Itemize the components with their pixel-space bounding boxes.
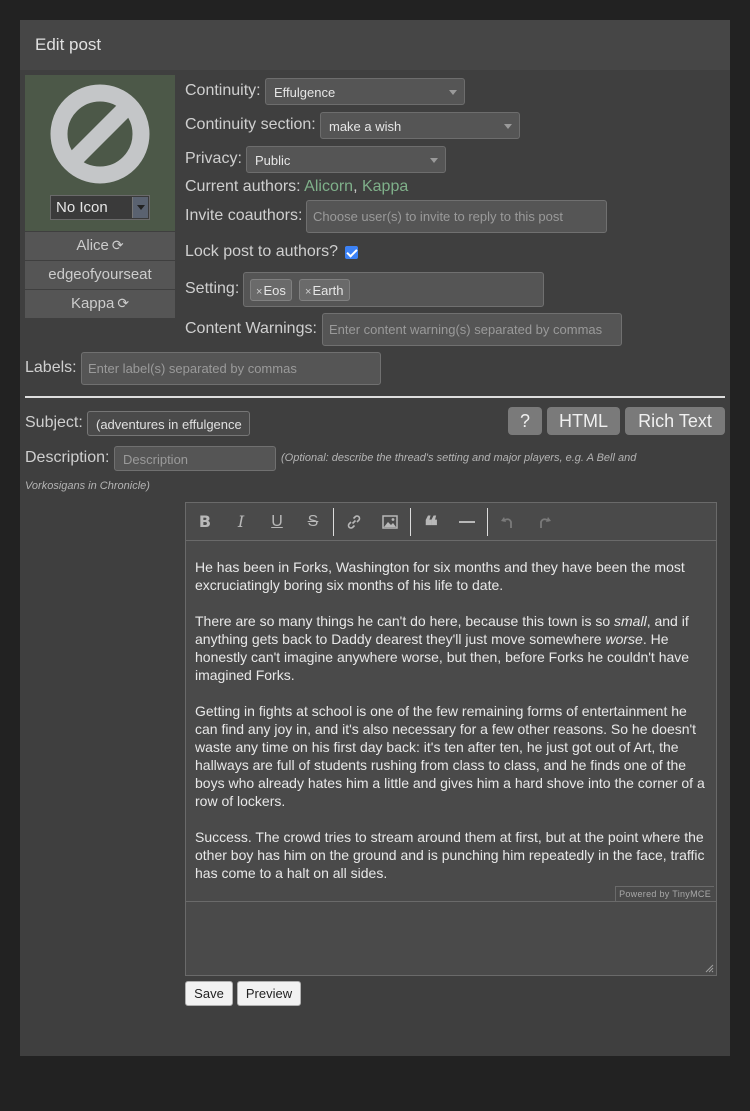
html-mode-button[interactable]: HTML (547, 407, 620, 435)
invite-coauthors-placeholder: Choose user(s) to invite to reply to thi… (313, 209, 564, 224)
paragraph: There are so many things he can't do her… (195, 612, 707, 684)
no-icon-icon (50, 84, 150, 184)
editor-toolbar: B I U S ❝ (186, 503, 716, 541)
paragraph: Getting in fights at school is one of th… (195, 703, 705, 809)
content-warnings-label: Content Warnings: (185, 320, 317, 337)
content-warnings-input[interactable]: Enter content warning(s) separated by co… (322, 313, 622, 346)
subject-value: (adventures in effulgence (96, 417, 242, 432)
panel-header: Edit post (20, 20, 730, 70)
subject-input[interactable]: (adventures in effulgence (87, 411, 250, 436)
setting-tag-eos: ×Eos (250, 279, 292, 301)
redo-icon[interactable] (532, 510, 556, 534)
chevron-down-icon (132, 197, 148, 218)
paragraph: He has been in Forks, Washington for six… (195, 559, 685, 593)
character-name: edgeofyourseat (48, 266, 152, 283)
character-name: Alice (76, 237, 109, 254)
emphasis: worse (605, 631, 643, 647)
resize-handle-icon[interactable] (705, 964, 714, 973)
character-name: Kappa (70, 295, 115, 312)
rich-text-editor[interactable]: B I U S ❝ He has been in Forks, Washingt… (185, 502, 717, 976)
link-icon[interactable] (342, 510, 366, 534)
refresh-icon[interactable]: ⟳ (112, 237, 124, 253)
save-button[interactable]: Save (185, 981, 233, 1006)
continuity-select[interactable]: Effulgence (265, 78, 465, 105)
subject-label: Subject: (25, 414, 83, 431)
privacy-label: Privacy: (185, 150, 242, 167)
privacy-select[interactable]: Public (246, 146, 446, 173)
horizontal-rule-icon[interactable] (455, 510, 479, 534)
character-icon-column: No Icon Alice ⟳ edgeofyourseat Kappa ⟳ (25, 75, 175, 318)
editor-content[interactable]: He has been in Forks, Washington for six… (186, 541, 716, 882)
lock-post-label: Lock post to authors? (185, 243, 338, 260)
editor-help-button[interactable]: ? (508, 407, 542, 435)
icon-select-value: No Icon (56, 199, 108, 216)
setting-tag-label: Eos (263, 283, 286, 298)
setting-tag-earth: ×Earth (299, 279, 350, 301)
current-authors: Current authors: Alicorn, Kappa (185, 178, 408, 196)
author-separator: , (353, 178, 358, 195)
icon-select[interactable]: No Icon (50, 195, 150, 220)
content-warnings-placeholder: Enter content warning(s) separated by co… (329, 322, 603, 337)
strikethrough-icon[interactable]: S (301, 510, 325, 534)
paragraph: Success. The crowd tries to stream aroun… (195, 829, 705, 881)
bold-icon[interactable]: B (193, 510, 217, 534)
image-icon[interactable] (378, 510, 402, 534)
italic-icon[interactable]: I (229, 510, 253, 534)
labels-label: Labels: (25, 359, 77, 376)
continuity-section-label: Continuity section: (185, 116, 316, 133)
preview-button[interactable]: Preview (237, 981, 301, 1006)
invite-coauthors-input[interactable]: Choose user(s) to invite to reply to thi… (306, 200, 607, 233)
continuity-value: Effulgence (274, 85, 336, 100)
icon-preview[interactable]: No Icon (25, 75, 175, 231)
description-placeholder: Description (123, 452, 189, 467)
toolbar-separator (333, 508, 334, 536)
current-authors-label: Current authors: (185, 178, 301, 195)
character-item-alice[interactable]: Alice ⟳ (25, 232, 175, 260)
setting-tags-input[interactable]: ×Eos ×Earth (243, 272, 544, 307)
lock-post-checkbox[interactable] (345, 246, 358, 259)
character-item-kappa[interactable]: Kappa ⟳ (25, 290, 175, 318)
description-input[interactable]: Description (114, 446, 276, 471)
emphasis: small (614, 613, 647, 629)
labels-input[interactable]: Enter label(s) separated by commas (81, 352, 381, 385)
undo-icon[interactable] (496, 510, 520, 534)
powered-by-tinymce[interactable]: Powered by TinyMCE (615, 886, 714, 902)
blockquote-icon[interactable]: ❝ (419, 510, 443, 541)
rich-text-mode-button[interactable]: Rich Text (625, 407, 725, 435)
description-hint: (Optional: describe the thread's setting… (281, 452, 637, 464)
privacy-value: Public (255, 153, 291, 168)
paragraph-text: There are so many things he can't do her… (195, 613, 615, 629)
underline-icon[interactable]: U (265, 510, 289, 534)
page-title: Edit post (35, 35, 102, 54)
continuity-label: Continuity: (185, 82, 261, 99)
setting-label: Setting: (185, 280, 240, 297)
refresh-icon[interactable]: ⟳ (117, 295, 129, 311)
section-divider (25, 396, 725, 398)
tag-remove-icon[interactable]: × (256, 286, 262, 298)
invite-coauthors-label: Invite coauthors: (185, 207, 303, 224)
edit-post-panel: Edit post No Icon Alice ⟳ edgeofyourseat … (20, 20, 730, 1056)
toolbar-separator (410, 508, 411, 536)
author-link-kappa[interactable]: Kappa (362, 178, 408, 195)
author-link-alicorn[interactable]: Alicorn (304, 178, 353, 195)
labels-placeholder: Enter label(s) separated by commas (88, 361, 297, 376)
toolbar-separator (487, 508, 488, 536)
character-item-edgeofyourseat[interactable]: edgeofyourseat (25, 261, 175, 289)
description-label: Description: (25, 449, 110, 466)
continuity-section-value: make a wish (329, 119, 402, 134)
tag-remove-icon[interactable]: × (305, 286, 311, 298)
description-hint-continued: Vorkosigans in Chronicle) (25, 480, 150, 492)
continuity-section-select[interactable]: make a wish (320, 112, 520, 139)
setting-tag-label: Earth (312, 283, 344, 298)
